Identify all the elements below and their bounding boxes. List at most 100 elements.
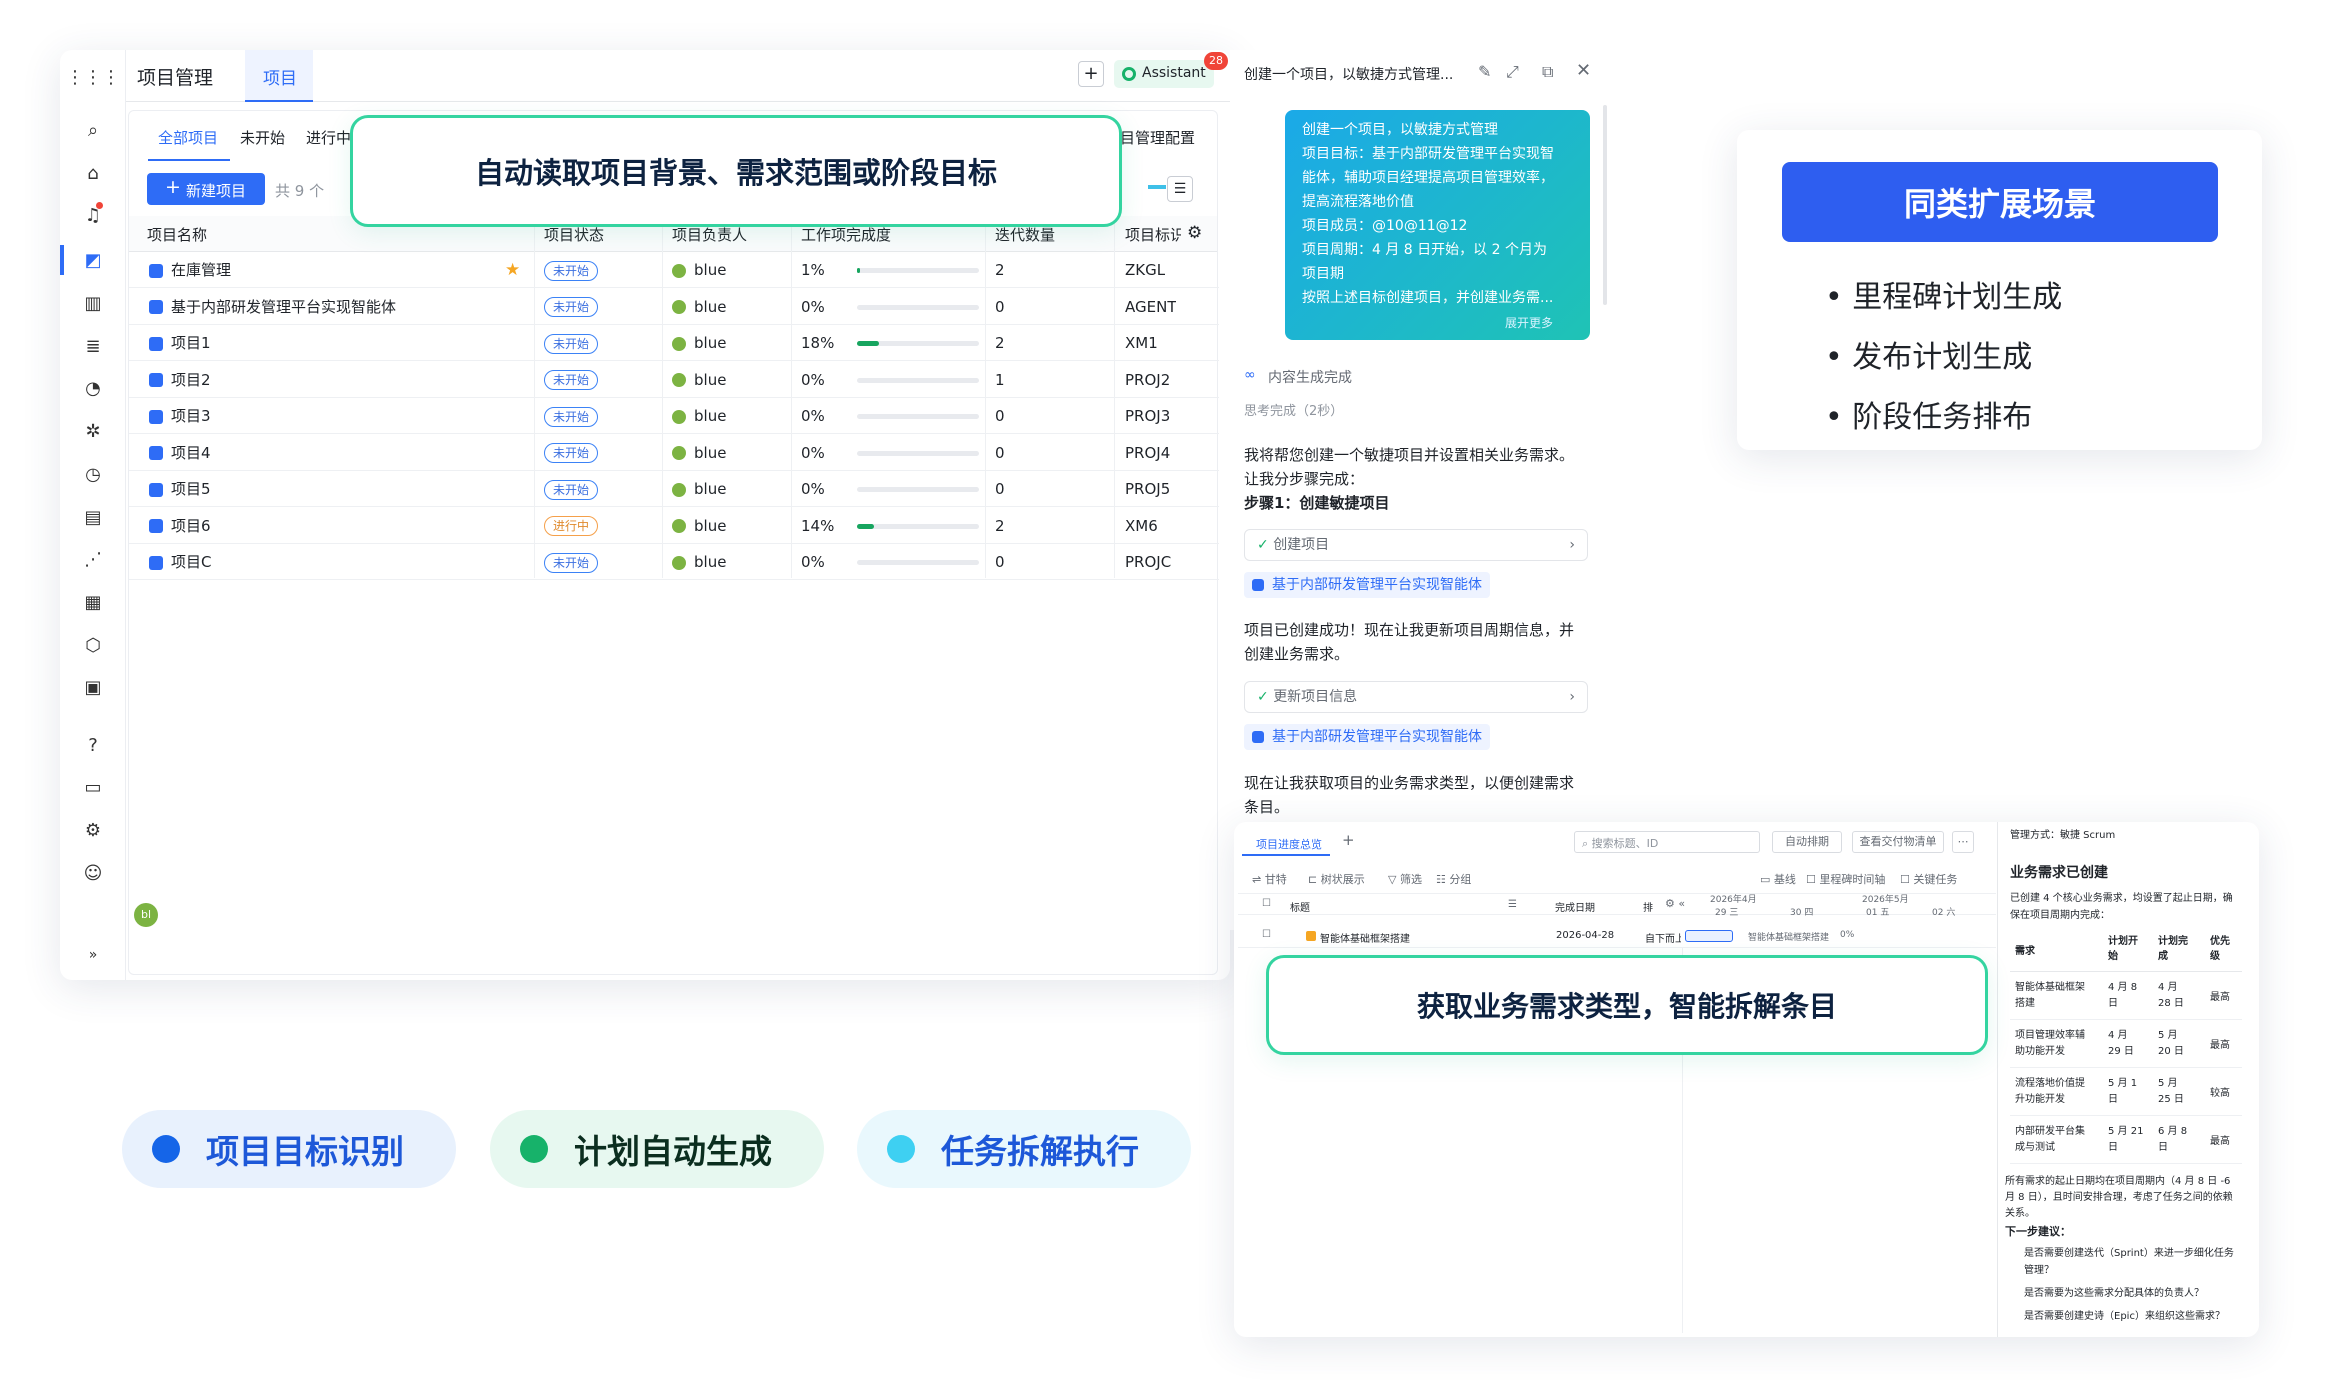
reply-1-line-1: 我将帮您创建一个敏捷项目并设置相关业务需求。 [1244,446,1575,464]
legend-critical[interactable]: ☐ 关键任务 [1900,871,1957,887]
task-title[interactable]: 智能体基础框架搭建 [1320,930,1410,945]
col-progress: 工作项完成度 [801,226,892,244]
expand-icon[interactable]: ⤢ [1506,62,1519,82]
owner-cell[interactable]: blue [672,325,726,361]
requirement-row[interactable]: 项目管理效率辅 助功能开发 4 月 29 日 5 月 20 日 最高 [2010,1020,2242,1068]
iteration-count: 0 [995,443,1005,462]
auto-schedule-button[interactable]: 自动排期 [1772,831,1842,853]
user-message-line: 项目目标：基于内部研发管理平台实现智 [1302,146,1554,162]
project-link-label: 基于内部研发管理平台实现智能体 [1272,729,1482,745]
list-view-icon[interactable]: ☰ [1167,176,1193,202]
owner-cell[interactable]: blue [672,471,726,507]
subtab-in-progress[interactable]: 进行中 [306,127,351,148]
owner-cell[interactable]: blue [672,398,726,434]
requirement-row[interactable]: 内部研发平台集 成与测试 5 月 21 日 6 月 8 日 最高 [2010,1116,2242,1164]
update-project-step[interactable]: ✓ 更新项目信息 › [1244,681,1588,713]
status-cell[interactable]: 未开始 [544,435,599,471]
column-settings-icon[interactable]: ⚙ [1187,223,1202,243]
expand-more-link[interactable]: 展开更多 [1505,314,1553,331]
create-project-step[interactable]: ✓ 创建项目 › [1244,529,1588,561]
owner-avatar [672,263,686,278]
progress-bar [857,450,979,456]
chat-scrollbar[interactable] [1603,105,1607,305]
table-row[interactable]: 项目4 未开始 blue 0% 0 PROJ4 [129,435,1219,471]
legend-baseline-label: 基线 [1773,873,1796,886]
owner-cell[interactable]: blue [672,252,726,288]
tool-group[interactable]: ☷ 分组 [1436,871,1471,887]
req-start: 4 月 29 日 [2108,1030,2134,1057]
table-row[interactable]: 项目C 未开始 blue 0% 0 PROJC [129,544,1219,580]
table-row[interactable]: 项目5 未开始 blue 0% 0 PROJ5 [129,471,1219,507]
gantt-col-sort-icon[interactable]: ☰ [1508,899,1517,910]
project-name-cell[interactable]: 项目C [149,544,529,580]
status-cell[interactable]: 未开始 [544,398,599,434]
requirement-row[interactable]: 流程落地价值提 升功能开发 5 月 1日 5 月 25 日 较高 [2010,1068,2242,1116]
star-icon[interactable]: ★ [505,252,520,288]
row-checkbox[interactable]: ☐ [1262,929,1271,940]
table-row[interactable]: 项目2 未开始 blue 0% 1 PROJ2 [129,362,1219,398]
col-divider [662,216,663,578]
legend-milestone[interactable]: ☐ 里程碑时间轴 [1806,871,1885,887]
ext-item-3-label: 阶段任务排布 [1852,400,2033,435]
project-name-cell[interactable]: 项目3 [149,398,529,434]
owner-cell[interactable]: blue [672,544,726,580]
project-key: PROJ4 [1125,443,1171,462]
status-cell[interactable]: 进行中 [544,508,599,544]
req-priority: 最高 [2210,1040,2230,1051]
project-name-cell[interactable]: 项目1 [149,325,529,361]
day-02: 02 六 [1932,908,1956,918]
tool-filter[interactable]: ▽ 筛选 [1388,871,1422,887]
config-link[interactable]: 目管理配置 [1120,127,1195,148]
deliverables-button[interactable]: 查看交付物清单 [1852,831,1944,853]
req-col-end: 计划完成 [2158,936,2188,962]
status-cell[interactable]: 未开始 [544,325,599,361]
table-row[interactable]: 项目3 未开始 blue 0% 0 PROJ3 [129,398,1219,434]
project-name-cell[interactable]: 项目5 [149,471,529,507]
project-name-cell[interactable]: 项目2 [149,362,529,398]
table-row[interactable]: 项目6 进行中 blue 14% 2 XM6 [129,508,1219,544]
owner-name: blue [694,407,727,425]
owner-cell[interactable]: blue [672,362,726,398]
status-badge: 进行中 [544,516,599,536]
add-tab-button[interactable]: + [1078,61,1104,87]
close-icon[interactable]: ✕ [1576,60,1591,81]
more-icon[interactable]: ⋯ [1952,831,1974,853]
req-name: 智能体基础框架 搭建 [2015,982,2085,1009]
project-key: PROJ3 [1125,407,1171,425]
status-badge: 未开始 [544,260,599,281]
project-name-cell[interactable]: 基于内部研发管理平台实现智能体 [149,289,529,325]
progress-bar [857,304,979,310]
select-all-checkbox[interactable]: ☐ [1262,898,1271,909]
owner-cell[interactable]: blue [672,508,726,544]
thinking-status[interactable]: 思考完成（2秒） [1244,400,1343,419]
add-view-icon[interactable]: + [1342,831,1355,849]
status-cell[interactable]: 未开始 [544,362,599,398]
feature-pill: 计划自动生成 [490,1110,824,1188]
status-cell[interactable]: 未开始 [544,544,599,580]
status-cell[interactable]: 未开始 [544,471,599,507]
project-link-1[interactable]: 基于内部研发管理平台实现智能体 [1244,572,1490,598]
status-cell[interactable]: 未开始 [544,252,599,288]
status-cell[interactable]: 未开始 [544,289,599,325]
subtab-not-started[interactable]: 未开始 [240,127,285,148]
owner-cell[interactable]: blue [672,435,726,471]
progress-bar [857,523,979,529]
edit-icon[interactable]: ✎ [1478,62,1491,81]
tool-gantt[interactable]: ⇌ 甘特 [1252,871,1287,887]
gantt-task-bar[interactable] [1685,930,1733,942]
project-name-cell[interactable]: 项目6 [149,508,529,544]
legend-baseline[interactable]: ▭ 基线 [1760,871,1796,887]
tool-tree[interactable]: ⊏ 树状展示 [1308,871,1365,887]
req-col-name: 需求 [2015,946,2035,957]
table-row[interactable]: 在庫管理 ★ 未开始 blue 1% 2 ZKGL [129,252,1219,288]
requirement-row[interactable]: 智能体基础框架 搭建 4 月 8日 4 月 28 日 最高 [2010,972,2242,1020]
project-name-cell[interactable]: 项目4 [149,435,529,471]
owner-cell[interactable]: blue [672,289,726,325]
table-row[interactable]: 项目1 未开始 blue 18% 2 XM1 [129,325,1219,361]
project-name-cell[interactable]: 在庫管理 [149,252,529,288]
share-icon[interactable]: ⧉ [1542,62,1553,82]
table-row[interactable]: 基于内部研发管理平台实现智能体 未开始 blue 0% 0 AGENT [129,289,1219,325]
gantt-settings-icon[interactable]: ⚙ « [1665,897,1685,910]
req-priority: 最高 [2210,992,2230,1003]
project-link-2[interactable]: 基于内部研发管理平台实现智能体 [1244,724,1490,750]
